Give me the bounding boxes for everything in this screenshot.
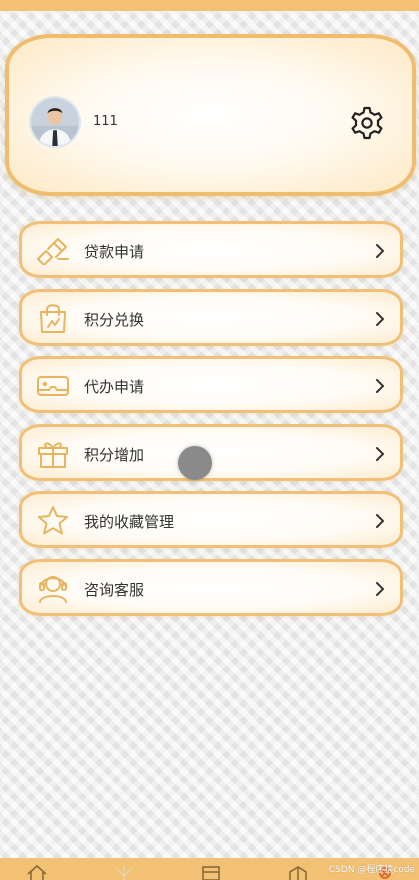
profile-card: 111 — [5, 34, 416, 196]
menu-item-label: 积分兑换 — [84, 311, 145, 329]
menu-item-label: 我的收藏管理 — [84, 513, 175, 531]
customer-service-icon — [36, 573, 70, 603]
menu-item-label: 积分增加 — [84, 446, 145, 464]
menu-item-label: 代办申请 — [84, 378, 145, 396]
watermark-text: CSDN @程序猿code — [328, 865, 415, 875]
chevron-right-icon — [374, 311, 386, 327]
star-icon — [36, 505, 70, 535]
menu-item-label: 贷款申请 — [84, 243, 145, 261]
calendar-icon[interactable] — [200, 864, 222, 880]
vr-glasses-icon — [36, 370, 70, 400]
chevron-right-icon — [374, 446, 386, 462]
discover-icon[interactable] — [113, 864, 135, 880]
menu-item-points-increase[interactable]: 积分增加 — [19, 424, 403, 481]
touch-indicator — [178, 446, 212, 480]
menu-item-my-favorites[interactable]: 我的收藏管理 — [19, 491, 403, 548]
top-status-bar — [0, 0, 419, 11]
username-text: 111 — [93, 114, 118, 129]
category-icon[interactable] — [287, 864, 309, 880]
chevron-right-icon — [374, 513, 386, 529]
menu-item-loan-application[interactable]: 贷款申请 — [19, 221, 403, 278]
user-avatar[interactable] — [29, 96, 81, 148]
bottom-nav-bar: CSDN @程序猿code — [0, 858, 419, 880]
chevron-right-icon — [374, 581, 386, 597]
menu-item-customer-service[interactable]: 咨询客服 — [19, 559, 403, 616]
loan-icon — [36, 235, 70, 265]
chevron-right-icon — [374, 243, 386, 259]
menu-item-agency-application[interactable]: 代办申请 — [19, 356, 403, 413]
chevron-right-icon — [374, 378, 386, 394]
gift-icon — [36, 438, 70, 468]
home-icon[interactable] — [26, 864, 48, 880]
menu-item-points-exchange[interactable]: 积分兑换 — [19, 289, 403, 346]
shopping-bag-icon — [36, 303, 70, 333]
gear-icon[interactable] — [349, 105, 385, 141]
menu-item-label: 咨询客服 — [84, 581, 145, 599]
